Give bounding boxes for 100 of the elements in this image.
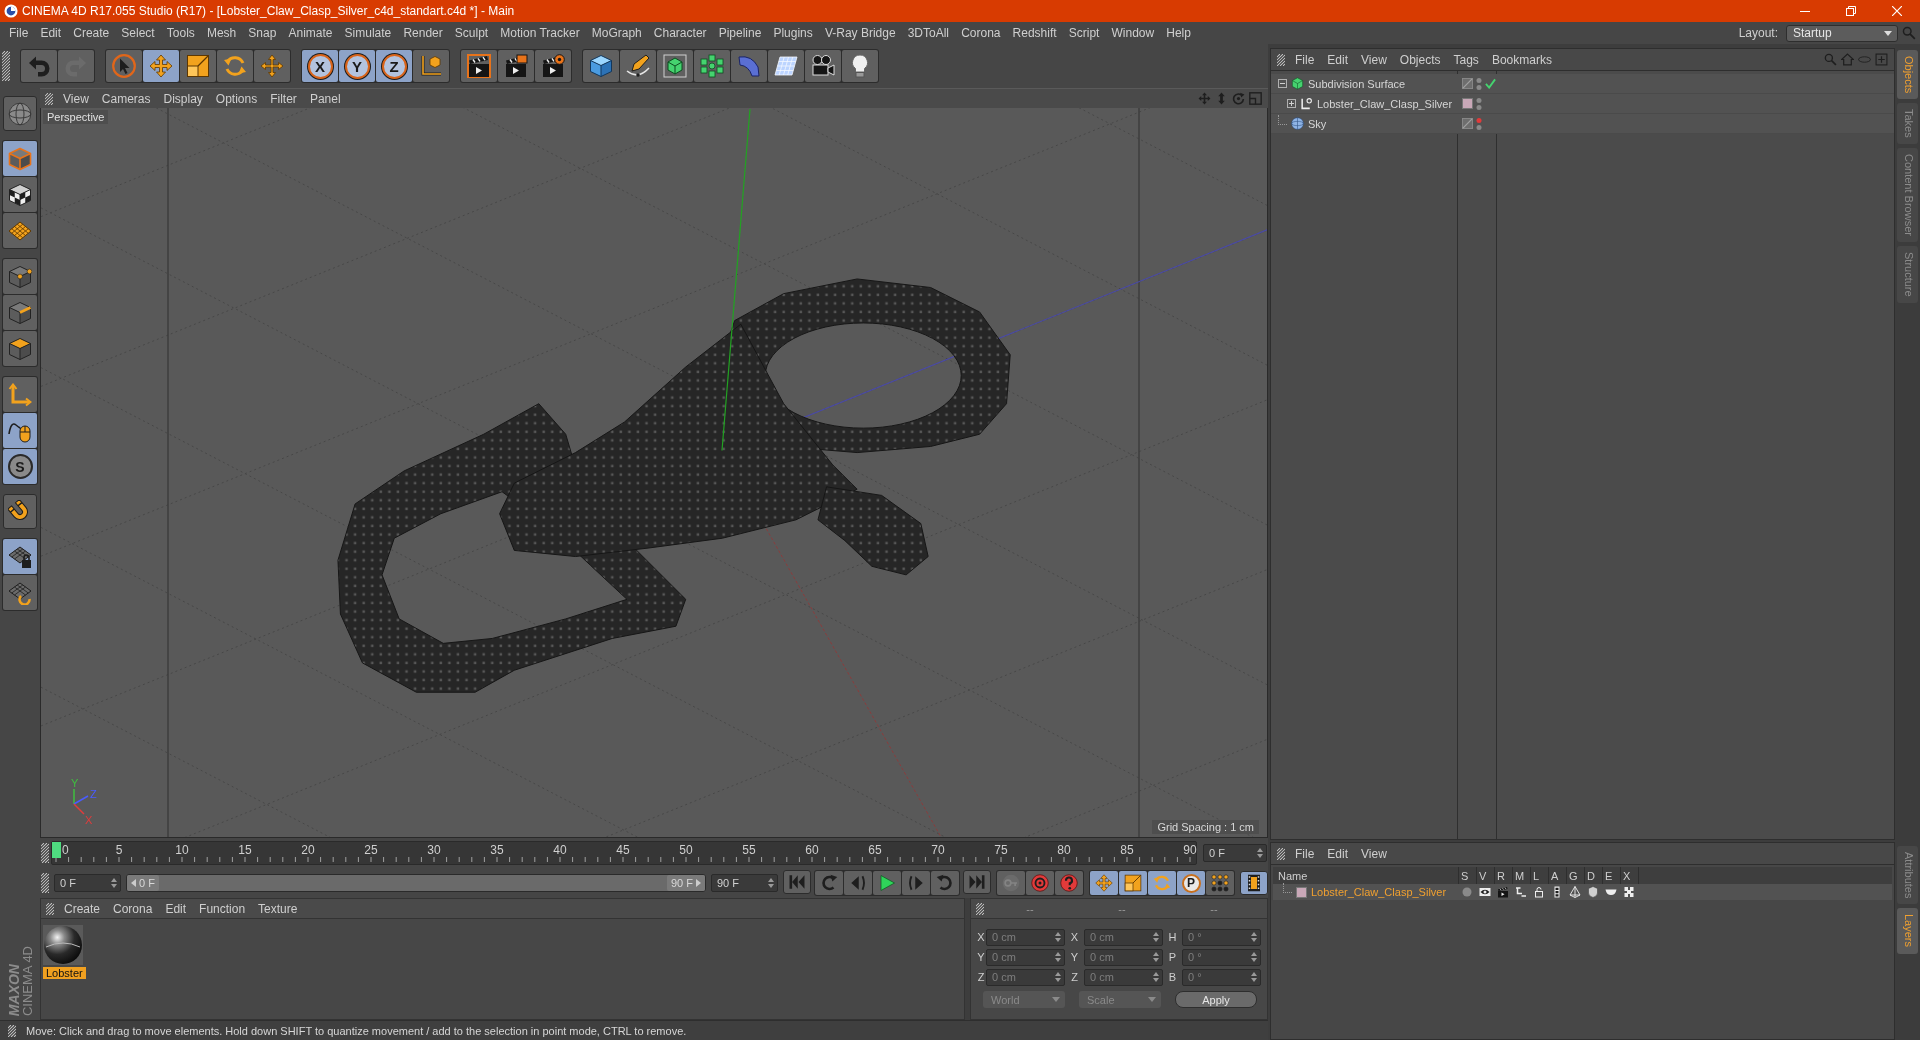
menu-item[interactable]: Character: [653, 26, 707, 40]
timeline-ruler[interactable]: 0 5 10 15 20 25 30 35 40 45 50 55 60 65 70 75 80 85 90: [51, 841, 1197, 865]
move-tool-button[interactable]: [143, 50, 179, 82]
menu-item[interactable]: File: [1295, 52, 1315, 67]
grip-icon[interactable]: [1277, 53, 1285, 66]
visibility-dots-icon[interactable]: [1476, 116, 1482, 131]
layer-row[interactable]: Lobster_Claw_Clasp_Silver: [1273, 884, 1892, 900]
layer-swatch-icon[interactable]: [1462, 98, 1473, 109]
menu-item[interactable]: Select: [121, 26, 155, 40]
3d-viewport[interactable]: Perspective Grid Spacing : 1 cm Y Z X: [40, 108, 1268, 838]
menu-item[interactable]: Edit: [1327, 52, 1349, 67]
menu-item[interactable]: Script: [1068, 26, 1100, 40]
open-lock-icon[interactable]: [1533, 886, 1545, 898]
transform-tool-button[interactable]: [254, 50, 290, 82]
layer-swatch-icon[interactable]: [1296, 886, 1307, 898]
menu-item[interactable]: Cameras: [101, 91, 151, 106]
texture-mode-button[interactable]: [3, 177, 37, 212]
menu-item[interactable]: Animate: [288, 26, 333, 40]
spinner-icon[interactable]: [1257, 848, 1263, 858]
menu-item[interactable]: Function: [199, 901, 246, 916]
menu-item[interactable]: Plugins: [773, 26, 813, 40]
parameter-track-button[interactable]: P: [1177, 871, 1205, 895]
go-to-end-button[interactable]: [963, 870, 991, 894]
render-view-button[interactable]: [461, 50, 497, 82]
menu-item[interactable]: Tags: [1453, 52, 1479, 67]
menu-item[interactable]: Pipeline: [718, 26, 762, 40]
menu-item[interactable]: Bookmarks: [1491, 52, 1552, 67]
render-picture-viewer-button[interactable]: [498, 50, 534, 82]
axis-lock-button[interactable]: Z: [376, 50, 412, 82]
point-level-button[interactable]: [1206, 871, 1234, 895]
menu-item[interactable]: Corona: [113, 901, 153, 916]
menu-item[interactable]: Texture: [258, 901, 298, 916]
menu-item[interactable]: Redshift: [1012, 26, 1057, 40]
clapperboard-icon[interactable]: [1497, 886, 1509, 898]
close-icon[interactable]: [1892, 6, 1902, 16]
range-slider-track[interactable]: 0 F 90 F: [126, 874, 706, 892]
axis-lock-button[interactable]: X: [302, 50, 338, 82]
menu-item[interactable]: View: [1361, 52, 1387, 67]
restore-icon[interactable]: [1846, 6, 1856, 16]
undo-button[interactable]: [21, 50, 57, 82]
end-frame-field[interactable]: 90 F: [711, 874, 778, 892]
shield-icon[interactable]: [1587, 886, 1599, 898]
cross-shape-icon[interactable]: [1623, 886, 1635, 898]
pen-button[interactable]: [620, 50, 656, 82]
next-key-button[interactable]: [931, 871, 959, 895]
grip-icon[interactable]: [46, 902, 54, 915]
menu-item[interactable]: 3DToAll: [907, 26, 950, 40]
play-button[interactable]: [873, 871, 901, 895]
eye-icon[interactable]: [1479, 886, 1491, 898]
range-end-handle[interactable]: 90 F: [667, 875, 705, 891]
menu-item[interactable]: Objects: [1399, 52, 1441, 67]
axis-lock-button[interactable]: Y: [339, 50, 375, 82]
visibility-dots-icon[interactable]: [1476, 76, 1482, 91]
menu-item[interactable]: Window: [1111, 26, 1155, 40]
points-mode-button[interactable]: [3, 259, 37, 294]
collapse-icon[interactable]: [1278, 79, 1287, 88]
playhead-marker[interactable]: [52, 842, 61, 858]
menu-item[interactable]: View: [63, 91, 89, 106]
menu-item[interactable]: Options: [215, 91, 258, 106]
menu-item[interactable]: Panel: [309, 91, 341, 106]
menu-item[interactable]: Snap: [248, 26, 277, 40]
next-frame-button[interactable]: [902, 871, 930, 895]
column-header[interactable]: Name: [1273, 867, 1458, 884]
menu-item[interactable]: Tools: [166, 26, 195, 40]
menu-item[interactable]: File: [9, 26, 29, 40]
menu-item[interactable]: Edit: [165, 901, 187, 916]
snap-button[interactable]: [3, 494, 37, 529]
current-frame-field[interactable]: 0 F: [1203, 844, 1267, 862]
clasp-model-drawing[interactable]: [337, 278, 1011, 693]
workplane-align-button[interactable]: [3, 575, 37, 610]
menu-item[interactable]: Render: [403, 26, 443, 40]
object-row[interactable]: Sky: [1271, 114, 1894, 134]
menu-item[interactable]: Create: [73, 26, 110, 40]
side-tab[interactable]: Objects: [1897, 50, 1918, 100]
menu-item[interactable]: Filter: [270, 91, 297, 106]
material-item[interactable]: Lobster: [43, 925, 87, 979]
deformer-button[interactable]: [731, 50, 767, 82]
cube-button[interactable]: [583, 50, 619, 82]
spinner-icon[interactable]: [768, 878, 774, 888]
render-settings-button[interactable]: [535, 50, 571, 82]
go-to-start-button[interactable]: [783, 870, 811, 894]
floor-button[interactable]: [768, 50, 804, 82]
menu-item[interactable]: Simulate: [344, 26, 392, 40]
layout-dropdown[interactable]: Startup: [1786, 24, 1898, 42]
start-frame-field[interactable]: 0 F: [54, 874, 121, 892]
object-row[interactable]: Subdivision Surface: [1271, 74, 1894, 94]
grip-icon[interactable]: [45, 92, 53, 105]
autokeying-button[interactable]: [1026, 871, 1054, 895]
timeline-button[interactable]: [1240, 871, 1268, 895]
menu-item[interactable]: Motion Tracker: [500, 26, 580, 40]
cloner-button[interactable]: [694, 50, 730, 82]
object-row[interactable]: Lobster_Claw_Clasp_Silver: [1271, 94, 1894, 114]
menu-item[interactable]: Corona: [961, 26, 1001, 40]
rotate-tool-button[interactable]: [217, 50, 253, 82]
menu-item[interactable]: Edit: [1327, 846, 1349, 861]
edges-mode-button[interactable]: [3, 295, 37, 330]
side-tab[interactable]: Layers: [1897, 908, 1918, 954]
solo-button[interactable]: S: [3, 449, 37, 484]
tweak-mode-button[interactable]: [3, 413, 37, 448]
expand-icon[interactable]: [1287, 99, 1296, 108]
